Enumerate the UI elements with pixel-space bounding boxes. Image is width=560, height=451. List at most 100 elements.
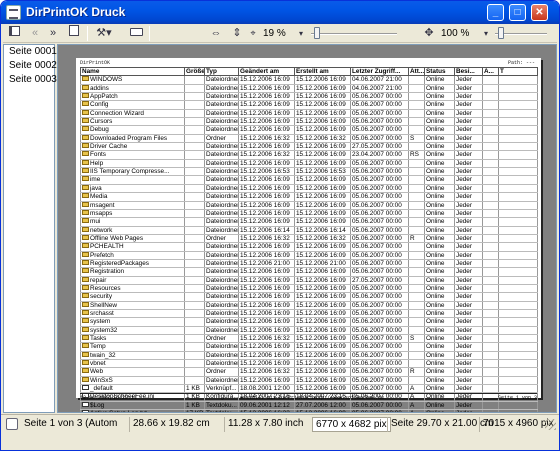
next-page-icon[interactable]: » [44, 25, 62, 42]
table-cell [498, 192, 538, 202]
fit-height-icon[interactable]: ⇕ [230, 25, 244, 42]
column-header: Erstellt am [294, 66, 351, 77]
table-cell: Jeder [454, 234, 483, 244]
table-row: Tasks Ordner 15.12.2006 16:32 15.12.2006 16… [80, 334, 538, 344]
page-list-item[interactable]: Seite 0003 [4, 73, 57, 87]
fit-width-icon[interactable]: ⇔ [209, 25, 223, 42]
preview-area[interactable]: DirPrintOK Path: --- Name Größe Typ Geänder… [57, 44, 557, 413]
single-page-button[interactable] [65, 25, 83, 42]
toolbar: « » ⚒▾ ⇔ ⇕ ⌖ 19 % ▾ ✥ 100 % ▾ [3, 24, 557, 43]
print-icon[interactable] [127, 25, 145, 42]
file-icon [82, 401, 89, 407]
minimize-button[interactable]: _ [487, 4, 504, 21]
table-cell: 05.06.2007 00:00 [350, 217, 409, 227]
table-cell [482, 376, 499, 386]
table-cell: Jeder [454, 334, 483, 344]
table-cell [184, 100, 205, 110]
table-cell: Online [424, 217, 455, 227]
table-cell [482, 100, 499, 110]
file-name: Driver Cache [90, 143, 128, 151]
table-cell: Online [424, 192, 455, 202]
table-cell [482, 351, 499, 361]
table-cell [408, 209, 425, 219]
zoom-fit-dropdown-icon[interactable]: ▾ [296, 25, 306, 42]
page-list-item[interactable]: Seite 0002 [4, 59, 57, 73]
zoom-fit-value[interactable]: 19 % [263, 28, 286, 39]
table-cell: Jeder [454, 167, 483, 177]
zoom-fit-slider-knob[interactable] [314, 27, 320, 39]
table-cell: 05.06.2007 00:00 [350, 117, 409, 127]
table-cell: Ordner [204, 334, 239, 344]
table-row: vbnet Dateiordner 15.12.2006 16:09 15.12.20… [80, 359, 538, 369]
folder-icon [82, 326, 89, 332]
printer-icon [6, 418, 18, 430]
table-cell: Ordner [204, 234, 239, 244]
table-cell [498, 317, 538, 327]
table-cell [482, 167, 499, 177]
table-cell [408, 267, 425, 277]
zoom-icon[interactable]: ✥ [421, 25, 437, 42]
table-cell: Online [424, 401, 455, 411]
table-cell [184, 175, 205, 185]
table-cell: 15.12.2006 16:09 [294, 367, 351, 377]
table-cell: 05.06.2007 00:00 [350, 109, 409, 119]
table-cell: Jeder [454, 150, 483, 160]
table-cell: Dateiordner [204, 284, 239, 294]
close-button[interactable]: ✕ [531, 4, 548, 21]
folder-icon [82, 276, 89, 282]
file-name: AppPatch [90, 93, 118, 101]
file-name: Debug [90, 126, 109, 134]
table-cell: 15.12.2006 16:09 [294, 92, 351, 102]
tools-dropdown-icon[interactable]: ⚒▾ [91, 25, 117, 42]
table-row: $Log 1 KB Textdoku... 09.06.2001 12:12 27.07… [80, 401, 538, 411]
zoom-slider-knob[interactable] [498, 27, 504, 39]
table-cell: Online [424, 167, 455, 177]
table-cell: Jeder [454, 159, 483, 169]
file-name: srchasst [90, 309, 114, 317]
file-icon [82, 385, 89, 391]
sidebar-toggle-button[interactable] [5, 25, 23, 42]
zoom-fit-slider[interactable] [311, 33, 397, 35]
maximize-button[interactable]: □ [509, 4, 526, 21]
table-cell: Jeder [454, 301, 483, 310]
table-row: network Dateiordner 15.12.2006 16:14 15.12.… [80, 226, 538, 235]
table-cell [184, 259, 205, 269]
folder-icon [82, 201, 89, 207]
table-cell [184, 351, 205, 361]
table-cell: Online [424, 226, 455, 235]
table-cell: Jeder [454, 84, 483, 94]
table-row: mui Dateiordner 15.12.2006 16:09 15.12.2006… [80, 217, 538, 227]
table-cell: 15.12.2006 16:09 [238, 309, 295, 319]
zoom-dropdown-icon[interactable]: ▾ [481, 25, 491, 42]
title-bar[interactable]: DirPrintOK Druck _ □ ✕ [1, 1, 559, 24]
table-header-row: Name Größe Typ Geändert am Erstellt am Letzte… [80, 66, 538, 77]
first-page-icon[interactable]: « [27, 25, 43, 42]
table-row: java Dateiordner 15.12.2006 16:09 15.12.200… [80, 184, 538, 194]
table-cell: 15.12.2006 16:09 [238, 159, 295, 169]
table-cell: _default [80, 384, 185, 394]
table-cell: 05.06.2007 00:00 [350, 184, 409, 194]
file-name: WinSxS [90, 376, 113, 384]
table-cell [184, 201, 205, 210]
table-cell [482, 251, 499, 260]
table-cell [498, 159, 538, 169]
table-cell: R [408, 367, 425, 377]
zoom-value[interactable]: 100 % [441, 28, 469, 39]
table-cell: Downloaded Program Files [80, 134, 185, 144]
table-cell: 15.12.2006 16:09 [294, 267, 351, 277]
table-cell: Jeder [454, 367, 483, 377]
file-name: RegisteredPackages [90, 259, 149, 267]
table-cell: Jeder [454, 75, 483, 85]
table-cell: 15.12.2006 16:09 [294, 125, 351, 135]
table-cell: RS [408, 150, 425, 160]
page-list-item[interactable]: Seite 0001 [4, 45, 57, 59]
table-cell: 15.12.2006 16:09 [238, 317, 295, 327]
table-cell: Jeder [454, 251, 483, 260]
table-cell [184, 342, 205, 352]
resize-grip[interactable] [545, 419, 556, 430]
table-cell: addins [80, 84, 185, 94]
table-cell [408, 226, 425, 235]
file-name: Downloaded Program Files [90, 134, 168, 142]
file-name: _default [90, 385, 113, 393]
zoom-fit-icon[interactable]: ⌖ [246, 25, 260, 42]
